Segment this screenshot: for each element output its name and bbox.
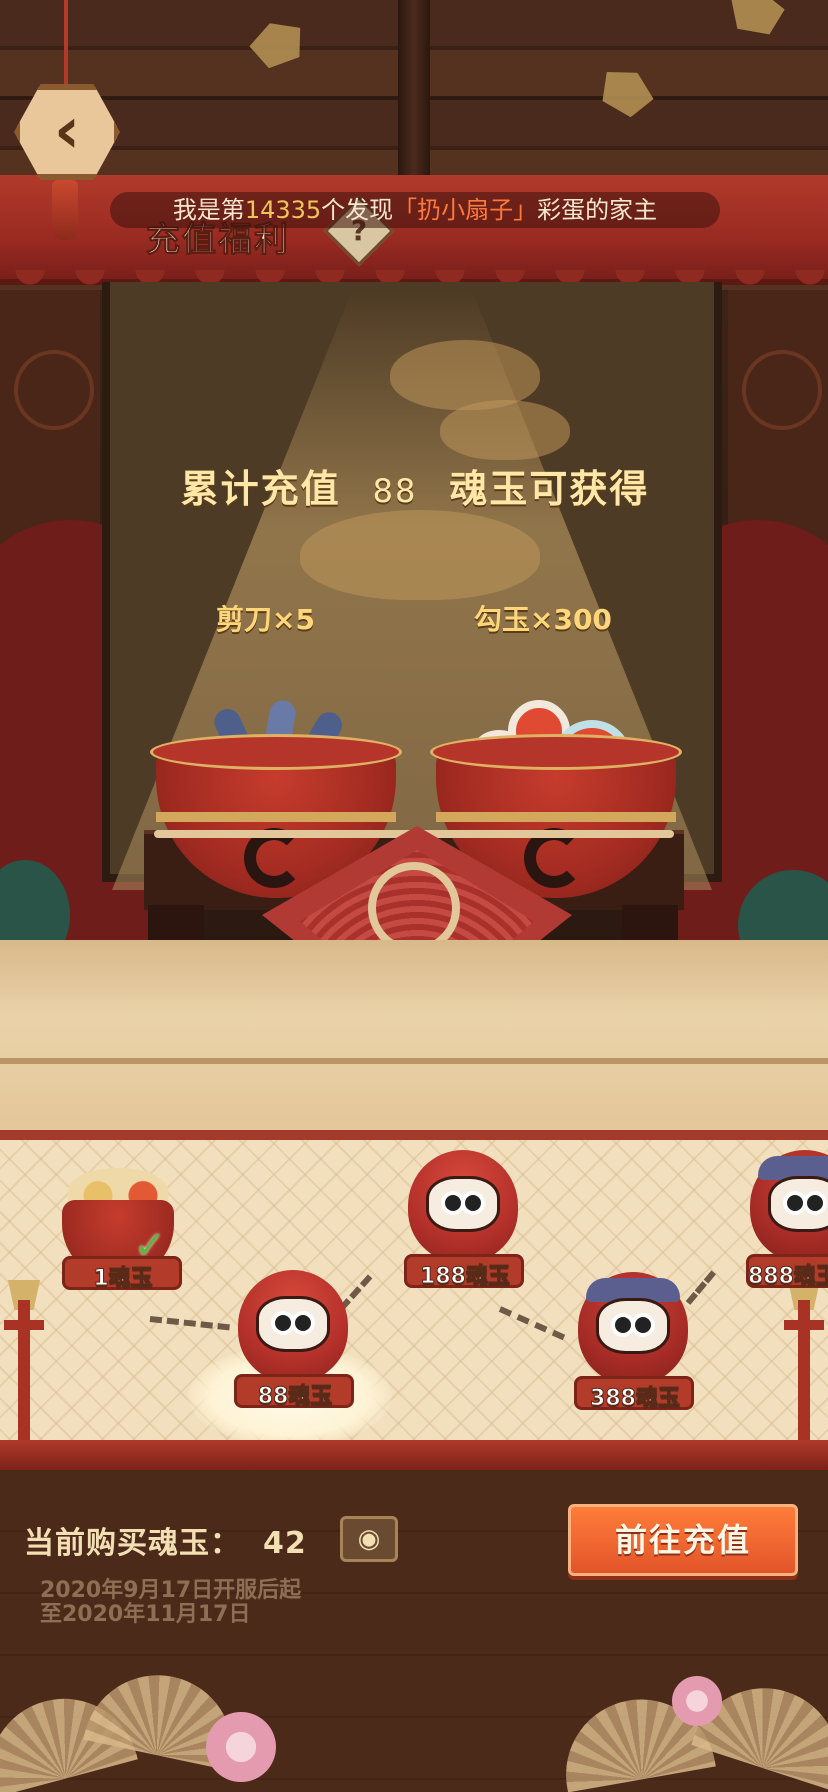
reward-item-label: 勾玉×300 xyxy=(474,603,612,636)
pine-cloud-decoration xyxy=(440,400,570,460)
marquee-suffix: 彩蛋的家主 xyxy=(537,196,658,224)
milestone-5[interactable]: 888魂玉 xyxy=(740,1150,828,1300)
flower-decoration xyxy=(206,1712,276,1782)
current-purchase-label: 当前购买魂玉： xyxy=(24,1526,241,1561)
marquee-name: 「扔小扇子」 xyxy=(393,196,538,224)
eye-icon[interactable]: ◉ xyxy=(340,1516,398,1562)
pine-cloud-decoration xyxy=(300,510,540,600)
reward-suffix: 魂玉可获得 xyxy=(449,467,650,511)
back-arrow-icon: ‹ xyxy=(53,94,81,168)
go-recharge-button[interactable]: 前往充值 xyxy=(568,1504,798,1576)
current-purchase: 当前购买魂玉： 42 xyxy=(24,1518,307,1562)
milestone-label: 1魂玉 xyxy=(93,1266,153,1292)
reward-item-label: 剪刀×5 xyxy=(216,603,315,636)
torii-lamp-left xyxy=(4,1280,44,1460)
pine-cloud-decoration xyxy=(390,340,540,410)
milestone-label: 88魂玉 xyxy=(257,1384,333,1410)
reward-heading: 累计充值 88 魂玉可获得 xyxy=(120,458,710,513)
daruma-blue-icon xyxy=(750,1150,828,1262)
milestone-1[interactable]: ✓ 1魂玉 xyxy=(56,1160,190,1300)
milestone-2[interactable]: 88魂玉 xyxy=(228,1270,362,1420)
current-purchase-value: 42 xyxy=(263,1526,307,1561)
daruma-icon xyxy=(238,1270,348,1382)
back-button-cord xyxy=(64,0,68,90)
event-period-end: 至2020年11月17日 xyxy=(40,1602,251,1627)
side-panel-right xyxy=(728,290,828,550)
milestone-label: 388魂玉 xyxy=(590,1386,681,1412)
milestone-4[interactable]: 388魂玉 xyxy=(568,1272,702,1422)
milestone-label: 188魂玉 xyxy=(420,1264,511,1290)
marquee-number: 14335 xyxy=(244,196,322,224)
announcement-marquee: 我是第14335个发现「扔小扇子」彩蛋的家主 xyxy=(110,192,720,228)
reward-amount: 88 xyxy=(372,472,418,510)
tassel-ornament xyxy=(52,180,78,240)
flower-decoration xyxy=(672,1676,722,1726)
marquee-middle: 个发现 xyxy=(321,196,394,224)
wall-beam xyxy=(398,0,430,190)
daruma-blue-icon xyxy=(578,1272,688,1384)
side-panel-left xyxy=(0,290,100,550)
milestone-label: 888魂玉 xyxy=(748,1264,828,1290)
torii-lamp-right xyxy=(784,1280,824,1460)
daruma-icon xyxy=(408,1150,518,1262)
reward-prefix: 累计充值 xyxy=(180,467,341,511)
track-bottom-border xyxy=(0,1440,828,1470)
milestone-3[interactable]: 188魂玉 xyxy=(398,1150,532,1300)
marquee-prefix: 我是第 xyxy=(172,196,245,224)
tatami-floor xyxy=(0,940,828,1130)
